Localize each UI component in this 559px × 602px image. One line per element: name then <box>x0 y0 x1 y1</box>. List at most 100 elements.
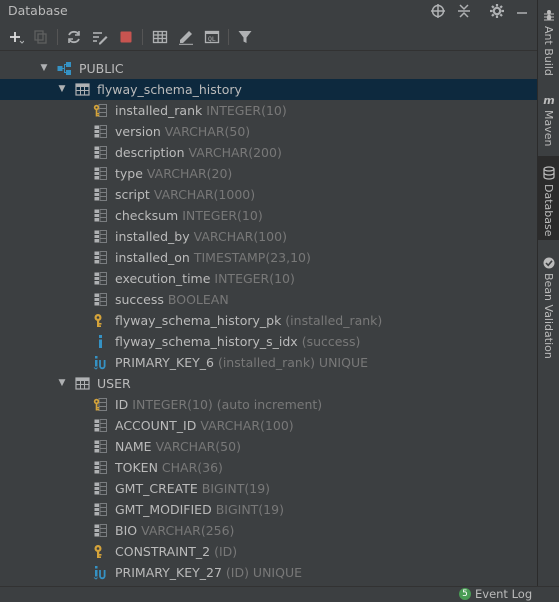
column-icon <box>93 187 108 202</box>
column-node[interactable]: ACCOUNT_ID VARCHAR(100) <box>0 415 537 436</box>
node-label: flyway_schema_history <box>97 79 242 100</box>
console-icon[interactable]: QL <box>203 28 221 46</box>
column-node[interactable]: execution_time INTEGER(10) <box>0 268 537 289</box>
column-node[interactable]: GMT_CREATE BIGINT(19) <box>0 478 537 499</box>
add-icon[interactable] <box>7 28 25 46</box>
node-label: description VARCHAR(200) <box>115 142 282 163</box>
node-name: execution_time <box>115 271 211 286</box>
node-label: PRIMARY_KEY_27 (ID) UNIQUE <box>115 562 302 583</box>
column-icon <box>93 502 108 517</box>
node-name: type <box>115 166 143 181</box>
column-node[interactable]: BIO VARCHAR(256) <box>0 520 537 541</box>
toolbar-separator <box>57 29 58 45</box>
node-detail: VARCHAR(1000) <box>153 187 256 202</box>
expand-arrow-icon[interactable]: ▼ <box>56 79 68 100</box>
column-icon <box>93 166 108 181</box>
event-count-badge[interactable]: 5 <box>459 588 471 600</box>
node-detail: VARCHAR(50) <box>155 439 241 454</box>
column-icon <box>93 481 108 496</box>
pencil-icon[interactable] <box>177 28 195 46</box>
node-label: GMT_MODIFIED BIGINT(19) <box>115 499 284 520</box>
node-name: installed_on <box>115 250 190 265</box>
edit-properties-icon[interactable] <box>91 28 109 46</box>
column-icon <box>93 292 108 307</box>
expand-arrow-icon[interactable]: ▼ <box>38 58 50 79</box>
column-icon <box>93 439 108 454</box>
column-node[interactable]: TOKEN CHAR(36) <box>0 457 537 478</box>
node-detail: CHAR(36) <box>161 460 223 475</box>
target-icon[interactable] <box>430 3 446 19</box>
unique-index-icon <box>93 355 108 370</box>
node-detail: (success) <box>301 334 361 349</box>
column-node[interactable]: checksum INTEGER(10) <box>0 205 537 226</box>
sidebar-tab-maven[interactable]: m Maven <box>538 88 559 156</box>
column-node[interactable]: ID INTEGER(10) (auto increment) <box>0 394 537 415</box>
refresh-icon[interactable] <box>65 28 83 46</box>
node-detail: (installed_rank) <box>285 313 383 328</box>
node-label: BIO VARCHAR(256) <box>115 520 234 541</box>
svg-text:QL: QL <box>208 35 216 43</box>
expand-arrow-icon[interactable]: ▼ <box>56 373 68 394</box>
node-name: GMT_CREATE <box>115 481 198 496</box>
node-label: execution_time INTEGER(10) <box>115 268 295 289</box>
node-detail: VARCHAR(256) <box>141 523 235 538</box>
column-node[interactable]: installed_rank INTEGER(10) <box>0 100 537 121</box>
column-node[interactable]: description VARCHAR(200) <box>0 142 537 163</box>
column-node[interactable]: script VARCHAR(1000) <box>0 184 537 205</box>
column-node[interactable]: success BOOLEAN <box>0 289 537 310</box>
node-label: NAME VARCHAR(50) <box>115 436 241 457</box>
schema-label: PUBLIC <box>79 61 124 76</box>
stop-icon[interactable] <box>117 28 135 46</box>
index-node[interactable]: flyway_schema_history_s_idx (success) <box>0 331 537 352</box>
table-node[interactable]: ▼ flyway_schema_history <box>0 79 537 100</box>
duplicate-icon[interactable] <box>32 28 50 46</box>
filter-icon[interactable] <box>236 28 254 46</box>
table-icon <box>75 376 90 391</box>
column-node[interactable]: installed_on TIMESTAMP(23,10) <box>0 247 537 268</box>
node-label: PRIMARY_KEY_6 (installed_rank) UNIQUE <box>115 352 368 373</box>
index-node[interactable]: PRIMARY_KEY_6 (installed_rank) UNIQUE <box>0 352 537 373</box>
collapse-all-icon[interactable] <box>456 3 472 19</box>
node-label: flyway_schema_history_s_idx (success) <box>115 331 360 352</box>
sidebar-tab-label: Ant Build <box>542 26 555 76</box>
node-detail: (ID) UNIQUE <box>225 565 303 580</box>
index-node[interactable]: flyway_schema_history_pk (installed_rank… <box>0 310 537 331</box>
column-node[interactable]: GMT_MODIFIED BIGINT(19) <box>0 499 537 520</box>
schema-node-public[interactable]: ▼ PUBLIC <box>0 58 537 79</box>
index-node[interactable]: CONSTRAINT_2 (ID) <box>0 541 537 562</box>
key-icon <box>93 313 108 328</box>
node-label: script VARCHAR(1000) <box>115 184 255 205</box>
column-node[interactable]: type VARCHAR(20) <box>0 163 537 184</box>
node-detail: (installed_rank) UNIQUE <box>217 355 368 370</box>
gear-icon[interactable] <box>489 3 505 19</box>
table-node[interactable]: ▼ USER <box>0 373 537 394</box>
minimize-icon[interactable] <box>514 3 530 19</box>
node-name: checksum <box>115 208 179 223</box>
node-detail: VARCHAR(50) <box>164 124 251 139</box>
schema-icon <box>57 61 72 76</box>
node-detail: VARCHAR(200) <box>188 145 282 160</box>
sidebar-tab-label: Database <box>542 184 555 237</box>
node-detail: VARCHAR(20) <box>146 166 233 181</box>
index-node[interactable]: PRIMARY_KEY_27 (ID) UNIQUE <box>0 562 537 583</box>
column-node[interactable]: NAME VARCHAR(50) <box>0 436 537 457</box>
sidebar-tab-database[interactable]: Database <box>538 156 559 240</box>
table-editor-icon[interactable] <box>151 28 169 46</box>
bean-validation-icon <box>542 256 556 270</box>
node-name: script <box>115 187 150 202</box>
sidebar-tab-bean-validation[interactable]: Bean Validation <box>538 248 559 359</box>
node-name: flyway_schema_history <box>97 82 242 97</box>
database-tree[interactable]: ▼ PUBLIC ▼ flyway_schema_history installed… <box>0 58 537 586</box>
node-detail: INTEGER(10) (auto increment) <box>132 397 323 412</box>
column-node[interactable]: version VARCHAR(50) <box>0 121 537 142</box>
column-node[interactable]: installed_by VARCHAR(100) <box>0 226 537 247</box>
node-label: type VARCHAR(20) <box>115 163 232 184</box>
column-icon <box>93 208 108 223</box>
node-label: TOKEN CHAR(36) <box>115 457 223 478</box>
node-name: GMT_MODIFIED <box>115 502 212 517</box>
node-name: USER <box>97 376 131 391</box>
node-detail: INTEGER(10) <box>214 271 295 286</box>
column-icon <box>93 124 108 139</box>
event-log-button[interactable]: Event Log <box>475 587 532 601</box>
sidebar-tab-ant-build[interactable]: Ant Build <box>538 0 559 80</box>
